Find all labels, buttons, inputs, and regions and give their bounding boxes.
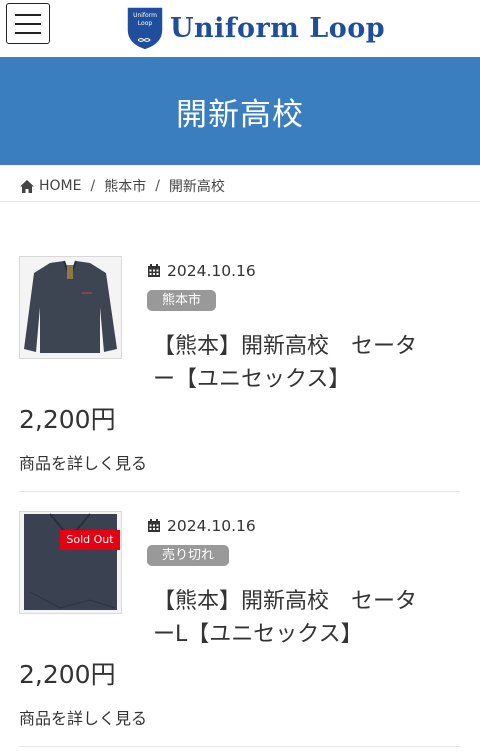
shield-emblem-icon: Uniform Loop	[124, 4, 166, 52]
product-meta: 2024.10.16 売り切れ	[147, 511, 460, 566]
divider	[19, 491, 460, 492]
product-title[interactable]: 【熊本】開新高校 セータ ー【ユニセックス】	[19, 330, 460, 396]
breadcrumb-separator: /	[90, 178, 96, 194]
hamburger-icon-bar	[15, 13, 41, 16]
product-meta: 2024.10.16 熊本市	[147, 256, 460, 311]
category-tag[interactable]: 売り切れ	[147, 545, 230, 566]
page-title-banner: 開新高校	[0, 57, 480, 165]
product-title-line: ーL【ユニセックス】	[153, 622, 363, 647]
product-detail-link[interactable]: 商品を詳しく見る	[19, 450, 147, 474]
breadcrumb: HOME / 熊本市 / 開新高校	[19, 175, 225, 197]
breadcrumb-separator: /	[155, 178, 160, 194]
emblem-text: Uniform Loop	[133, 12, 157, 27]
product-title-line: 【熊本】開新高校 セータ	[153, 589, 418, 614]
post-date: 2024.10.16	[147, 517, 460, 535]
post-date: 2024.10.16	[147, 262, 460, 280]
hamburger-menu-button[interactable]	[6, 3, 50, 44]
calendar-icon	[148, 519, 160, 532]
calendar-icon	[148, 264, 160, 277]
hamburger-icon-bar	[15, 31, 41, 34]
site-logo[interactable]: Uniform Loop Uniform Loop	[124, 4, 385, 52]
hamburger-icon-bar	[15, 22, 41, 25]
page-title: 開新高校	[176, 96, 304, 133]
product-price: 2,200円	[19, 405, 116, 434]
product-title[interactable]: 【熊本】開新高校 セータ ーL【ユニセックス】	[19, 585, 460, 651]
product-detail-link[interactable]: 商品を詳しく見る	[19, 705, 147, 729]
post-date-text: 2024.10.16	[167, 262, 256, 280]
brand-name: Uniform Loop	[170, 12, 386, 44]
product-title-line: ー【ユニセックス】	[153, 367, 351, 392]
post-date-text: 2024.10.16	[167, 517, 256, 535]
home-icon	[20, 179, 34, 193]
product-title-line: 【熊本】開新高校 セータ	[153, 334, 418, 359]
site-header: Uniform Loop Uniform Loop	[0, 0, 480, 57]
product-price: 2,200円	[19, 660, 116, 689]
divider	[19, 746, 460, 747]
breadcrumb-city-link[interactable]: 熊本市	[104, 176, 146, 196]
category-tag[interactable]: 熊本市	[147, 290, 217, 311]
divider	[0, 201, 480, 202]
breadcrumb-current: 開新高校	[168, 179, 225, 195]
breadcrumb-home-link[interactable]: HOME	[39, 178, 81, 194]
sold-out-badge: Sold Out	[60, 530, 120, 550]
